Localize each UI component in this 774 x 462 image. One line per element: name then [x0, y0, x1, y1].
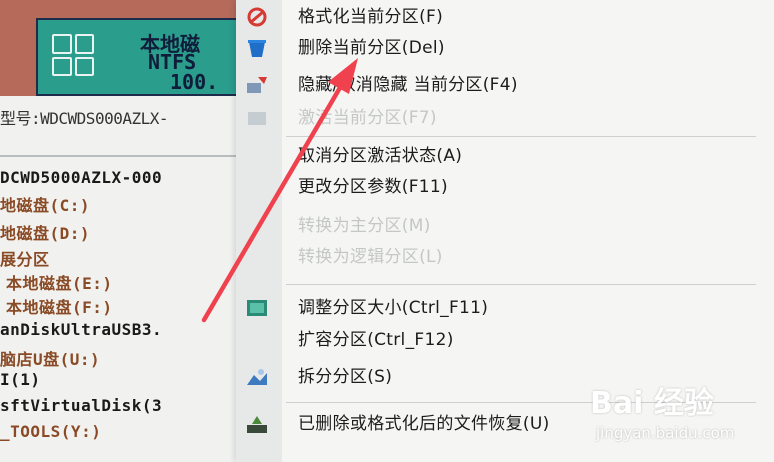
- recover-icon: [246, 414, 268, 434]
- menu-item[interactable]: 取消分区激活状态(A): [236, 141, 774, 171]
- hide-partition-icon: [246, 75, 268, 95]
- menu-item-label: 转换为主分区(M): [298, 216, 431, 236]
- partition-tile[interactable]: 本地磁 NTFS 100.: [36, 18, 236, 96]
- menu-item-label: 隐藏/取消隐藏 当前分区(F4): [298, 75, 518, 95]
- tree-item[interactable]: DCWD5000AZLX-000: [0, 168, 162, 187]
- menu-item-label: 调整分区大小(Ctrl_F11): [298, 298, 489, 318]
- tile-size: 100.: [170, 70, 219, 94]
- model-value: WDCWDS000AZLX-: [40, 109, 168, 128]
- tree-item[interactable]: 脑店U盘(U:): [0, 346, 100, 370]
- tree-item[interactable]: 地磁盘(D:): [0, 220, 90, 244]
- tree-item[interactable]: 地磁盘(C:): [0, 192, 90, 216]
- menu-item-label: 格式化当前分区(F): [298, 7, 444, 27]
- menu-item[interactable]: 扩容分区(Ctrl_F12): [236, 325, 774, 355]
- menu-item[interactable]: 更改分区参数(F11): [236, 172, 774, 202]
- watermark-url: jingyan.baidu.com: [596, 424, 735, 442]
- tree-item[interactable]: 展分区: [0, 246, 50, 270]
- windows-logo-icon: [52, 34, 94, 76]
- disk-tile[interactable]: 本地磁 NTFS 100.: [0, 0, 236, 96]
- activate-icon: [246, 108, 268, 128]
- menu-item-label: 激活当前分区(F7): [298, 108, 437, 128]
- tree-item[interactable]: _TOOLS(Y:): [0, 422, 101, 441]
- tree-item[interactable]: I(1): [0, 370, 41, 389]
- split-icon: [246, 367, 268, 387]
- divider: [0, 155, 236, 157]
- menu-item[interactable]: 删除当前分区(Del): [236, 33, 774, 63]
- menu-item-label: 转换为逻辑分区(L): [298, 247, 443, 267]
- menu-item[interactable]: 激活当前分区(F7): [236, 103, 774, 133]
- menu-separator: [286, 284, 756, 285]
- menu-item[interactable]: 转换为主分区(M): [236, 211, 774, 241]
- disk-model-row: 型号:WDCWDS000AZLX-: [0, 104, 236, 134]
- menu-item[interactable]: 格式化当前分区(F): [236, 2, 774, 32]
- tree-item[interactable]: 本地磁盘(F:): [6, 294, 113, 318]
- menu-item-label: 拆分分区(S): [298, 367, 393, 387]
- watermark-logo-text: Bai 经验: [590, 386, 714, 421]
- delete-bin-icon: [246, 38, 268, 58]
- tree-item[interactable]: 本地磁盘(E:): [6, 270, 113, 294]
- menu-separator: [286, 136, 756, 137]
- disk-panel: 本地磁 NTFS 100. 型号:WDCWDS000AZLX- DCWD5000…: [0, 0, 236, 462]
- tree-item[interactable]: anDiskUltraUSB3.: [0, 320, 162, 339]
- menu-item-label: 更改分区参数(F11): [298, 177, 448, 197]
- baidu-watermark: Bai 经验 jingyan.baidu.com: [590, 378, 774, 462]
- menu-item[interactable]: 转换为逻辑分区(L): [236, 242, 774, 272]
- resize-icon: [246, 298, 268, 318]
- menu-item-label: 已删除或格式化后的文件恢复(U): [298, 414, 550, 434]
- menu-item-label: 取消分区激活状态(A): [298, 146, 463, 166]
- model-label: 型号:: [0, 109, 41, 128]
- menu-item-label: 扩容分区(Ctrl_F12): [298, 330, 454, 350]
- format-icon: [246, 7, 268, 27]
- tree-item[interactable]: sftVirtualDisk(3: [0, 396, 162, 415]
- menu-item[interactable]: 隐藏/取消隐藏 当前分区(F4): [236, 70, 774, 100]
- menu-item-label: 删除当前分区(Del): [298, 38, 445, 58]
- menu-item[interactable]: 调整分区大小(Ctrl_F11): [236, 293, 774, 323]
